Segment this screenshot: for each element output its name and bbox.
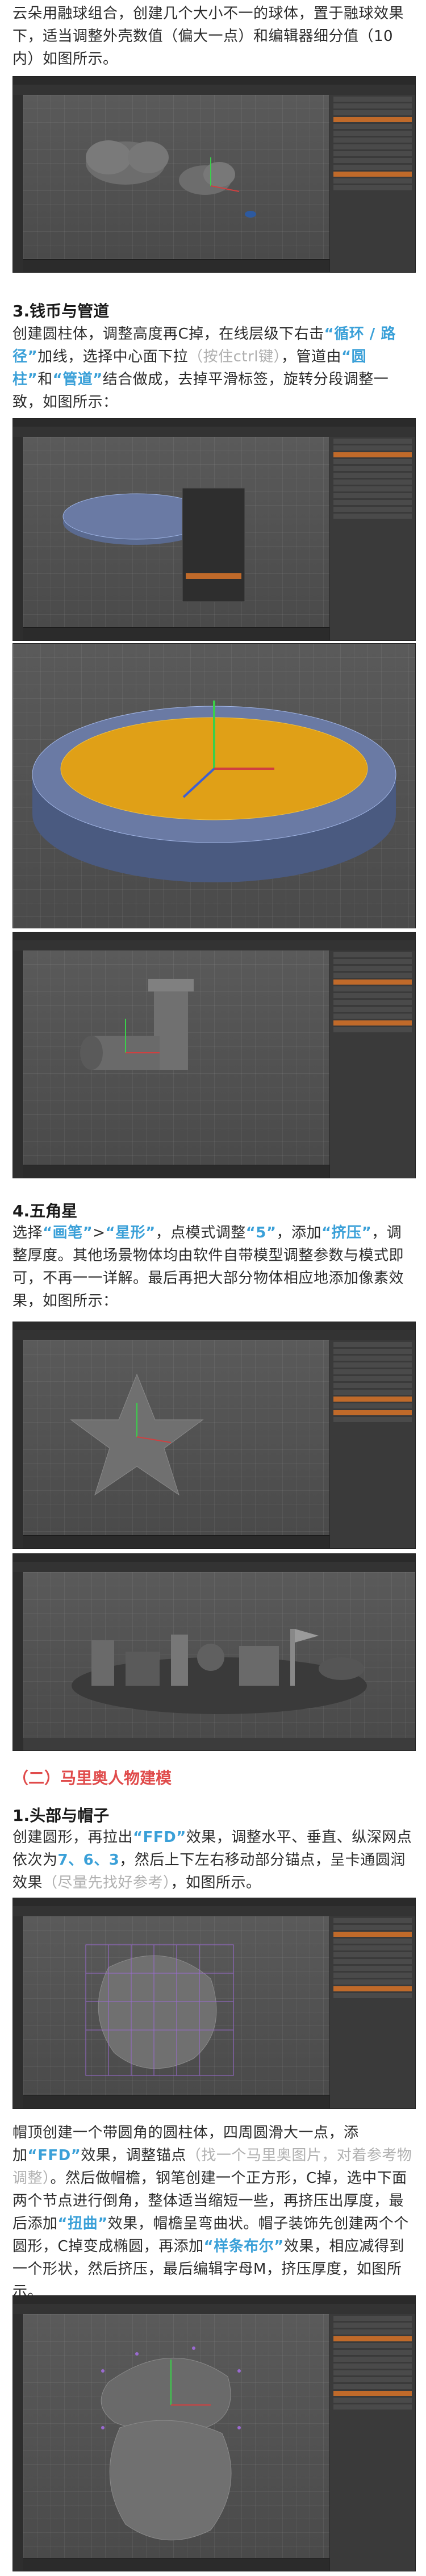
- head-hat-heading: 1.头部与帽子: [12, 1806, 110, 1825]
- hat-paragraph: 帽顶创建一个带圆角的圆柱体，四周圆滑大一点，添加“FFD”效果，调整锚点（找一个…: [12, 2124, 412, 2300]
- grid-points-highlight: 7、6、3: [57, 1852, 120, 1869]
- full-scene-screenshot: [12, 1553, 416, 1751]
- head-ffd-screenshot: [12, 1898, 416, 2109]
- mario-modeling-section-title: （二）马里奥人物建模: [12, 1769, 172, 1787]
- cylinder-render: [62, 487, 245, 602]
- head-paragraph: 创建圆形，再拉出“FFD”效果，调整水平、垂直、纵深网点依次为7、6、3，然后上…: [12, 1829, 412, 1891]
- pen-highlight: “画笔”: [43, 1224, 93, 1241]
- intro-text: 云朵用融球组合，创建几个大小不一的球体，置于融球效果下，适当调整外壳数值（偏大一…: [12, 5, 404, 68]
- cylinder-context-menu-screenshot: [12, 418, 416, 641]
- star-heading: 4.五角星: [12, 1202, 78, 1220]
- star-shape-highlight: “星形”: [105, 1224, 156, 1241]
- head-render: [85, 1944, 234, 2076]
- points-count-highlight: “5”: [245, 1224, 277, 1241]
- coin-pipe-paragraph: 创建圆柱体，调整高度再C掉，在线层级下右击“循环 / 路径”加线，选择中心面下拉…: [12, 326, 396, 411]
- star-paragraph: 选择“画笔”>“星形”，点模式调整“5”，添加“挤压”，调整厚度。其他场景物体均…: [12, 1224, 404, 1310]
- reference-note: （尽量先找好参考）: [43, 1874, 171, 1891]
- star-render: [70, 1373, 204, 1496]
- cloud-render: [86, 140, 256, 218]
- intro-paragraph: 云朵用融球组合，创建几个大小不一的球体，置于融球效果下，适当调整外壳数值（偏大一…: [12, 2, 415, 70]
- star-screenshot: [12, 1322, 416, 1549]
- pipe-screenshot: [12, 932, 416, 1178]
- cloud-metaball-screenshot: [12, 76, 416, 273]
- coin-pipe-heading: 3.钱币与管道: [12, 302, 110, 320]
- hat-screenshot: [12, 2295, 416, 2571]
- pipe-render: [80, 979, 194, 1070]
- coin-face-closeup-screenshot: [12, 643, 416, 928]
- spline-boolean-highlight: “样条布尔”: [203, 2238, 284, 2255]
- extrude-highlight: “挤压”: [321, 1224, 372, 1241]
- scene-render: [72, 1629, 367, 1714]
- ffd-highlight: “FFD”: [133, 1829, 186, 1846]
- hat-render: [101, 2346, 241, 2541]
- coin-face-render: [32, 701, 396, 882]
- hat-ffd-highlight: “FFD”: [27, 2147, 81, 2164]
- article-page: 云朵用融球组合，创建几个大小不一的球体，置于融球效果下，适当调整外壳数值（偏大一…: [0, 0, 426, 2576]
- bend-highlight: “扭曲”: [57, 2215, 108, 2232]
- ctrl-key-note: （按住ctrl键）: [188, 348, 282, 365]
